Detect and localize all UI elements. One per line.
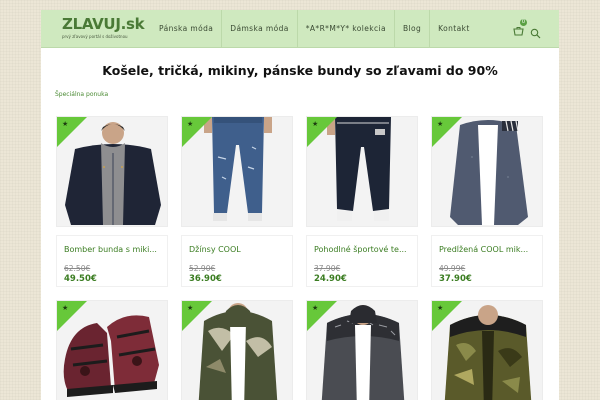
star-icon: ★	[437, 120, 444, 128]
product-card[interactable]: ★	[181, 300, 293, 400]
product-image[interactable]: ★	[431, 300, 543, 400]
product-info: Džínsy COOL 52.90€ 36.90€	[181, 235, 293, 287]
logo-text: ZLAVUJ.sk	[62, 15, 145, 33]
nav-item-army-kolekcia[interactable]: *A*R*M*Y* kolekcia	[296, 10, 394, 48]
nav-item-blog[interactable]: Blog	[393, 10, 429, 48]
product-name[interactable]: Bomber bunda s miki...	[64, 245, 164, 254]
page-title: Košele, tričká, mikiny, pánske bundy so …	[102, 63, 498, 78]
product-card[interactable]: ★ Bomber bunda s miki... 62.50€ 49.50€	[56, 116, 168, 291]
star-icon: ★	[62, 304, 69, 312]
new-price: 49.50€	[64, 274, 97, 284]
star-icon: ★	[312, 304, 319, 312]
old-price: 49.99€	[439, 264, 466, 273]
star-icon: ★	[187, 120, 194, 128]
logo[interactable]: ZLAVUJ.sk prvý zľavový portál s doživotn…	[62, 15, 145, 40]
nav-item-panska-moda[interactable]: Pánska móda	[151, 10, 221, 48]
search-icon	[530, 28, 541, 39]
product-info: Predĺžená COOL mik... 49.99€ 37.90€	[431, 235, 543, 287]
old-price: 62.50€	[64, 264, 91, 273]
new-price: 36.90€	[189, 274, 222, 284]
star-icon: ★	[62, 120, 69, 128]
cart-count-badge: 0	[520, 19, 527, 26]
new-price: 37.90€	[439, 274, 472, 284]
product-image[interactable]: ★	[306, 116, 418, 227]
product-card[interactable]: ★ Džínsy COOL 52.90€ 36.90€	[181, 116, 293, 291]
product-name[interactable]: Džínsy COOL	[189, 245, 289, 254]
product-card[interactable]: ★	[431, 300, 543, 400]
product-card[interactable]: ★ Predĺžená COOL mik... 49.99€ 37.90€	[431, 116, 543, 291]
product-image[interactable]: ★	[431, 116, 543, 227]
product-image[interactable]: ★	[181, 300, 293, 400]
page-wrapper: ZLAVUJ.sk prvý zľavový portál s doživotn…	[41, 10, 559, 400]
nav-item-kontakt[interactable]: Kontakt	[429, 10, 478, 48]
site-header: ZLAVUJ.sk prvý zľavový portál s doživotn…	[41, 10, 559, 48]
product-info: Pohodlné športové te... 37.90€ 24.90€	[306, 235, 418, 287]
product-image[interactable]: ★	[56, 116, 168, 227]
product-image[interactable]: ★	[306, 300, 418, 400]
product-image[interactable]: ★	[56, 300, 168, 400]
main-nav: Pánska móda Dámska móda *A*R*M*Y* kolekc…	[151, 10, 478, 48]
product-card[interactable]: ★ Pohodlné športové te... 37.90€ 24.90€	[306, 116, 418, 291]
product-image[interactable]: ★	[181, 116, 293, 227]
product-card[interactable]: ★	[306, 300, 418, 400]
logo-tagline: prvý zľavový portál s doživotnou	[62, 34, 128, 39]
search-button[interactable]	[530, 24, 541, 39]
star-icon: ★	[312, 120, 319, 128]
old-price: 52.90€	[189, 264, 216, 273]
product-name[interactable]: Predĺžená COOL mik...	[439, 245, 539, 254]
product-info: Bomber bunda s miki... 62.50€ 49.50€	[56, 235, 168, 287]
star-icon: ★	[437, 304, 444, 312]
product-name[interactable]: Pohodlné športové te...	[314, 245, 414, 254]
cart-icon	[513, 27, 524, 36]
new-price: 24.90€	[314, 274, 347, 284]
star-icon: ★	[187, 304, 194, 312]
nav-item-damska-moda[interactable]: Dámska móda	[221, 10, 296, 48]
old-price: 37.90€	[314, 264, 341, 273]
cart-button[interactable]: 0	[513, 19, 527, 36]
breadcrumb-special-offer[interactable]: Špeciálna ponuka	[55, 91, 108, 98]
product-card[interactable]: ★	[56, 300, 168, 400]
